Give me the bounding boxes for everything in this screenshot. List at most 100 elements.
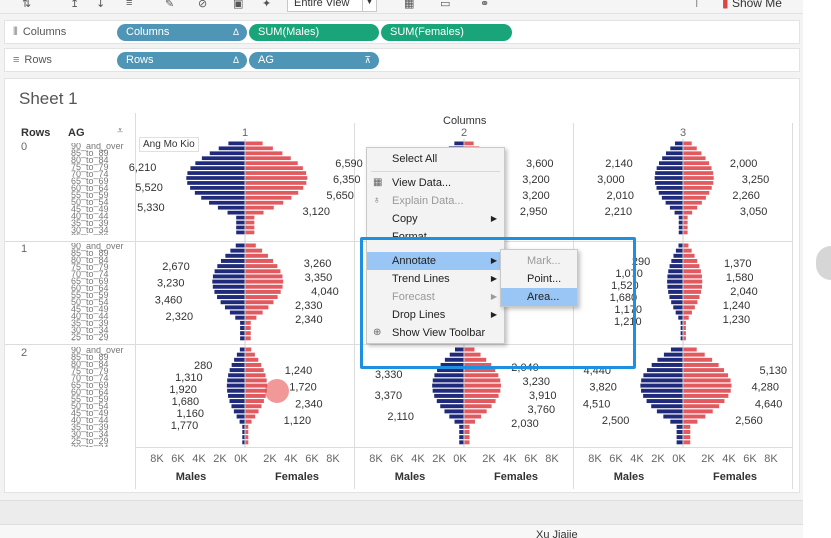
bar-males[interactable]: [212, 279, 245, 284]
bar-males[interactable]: [667, 284, 683, 289]
bar-males[interactable]: [678, 225, 683, 230]
bar-males[interactable]: [676, 424, 683, 429]
bar-males[interactable]: [658, 190, 683, 195]
bar-females[interactable]: [683, 305, 695, 310]
bar-females[interactable]: [245, 362, 262, 367]
bar-males[interactable]: [434, 373, 464, 378]
bar-males[interactable]: [214, 269, 245, 274]
swap-icon[interactable]: ⇅: [22, 0, 31, 10]
bar-males[interactable]: [670, 347, 683, 352]
bar-females[interactable]: [245, 161, 298, 166]
bar-males[interactable]: [239, 347, 245, 352]
bar-females[interactable]: [683, 424, 691, 429]
bar-females[interactable]: [245, 225, 255, 230]
bar-females[interactable]: [245, 151, 283, 156]
bar-males[interactable]: [643, 393, 683, 398]
bar-females[interactable]: [683, 205, 698, 210]
bar-females[interactable]: [245, 357, 259, 362]
bar-females[interactable]: [245, 393, 266, 398]
bar-males[interactable]: [236, 225, 245, 230]
bar-males[interactable]: [665, 200, 683, 205]
bar-females[interactable]: [245, 243, 256, 248]
bar-males[interactable]: [676, 440, 683, 445]
bar-males[interactable]: [678, 315, 683, 320]
bar-females[interactable]: [245, 195, 292, 200]
bar-males[interactable]: [214, 289, 245, 294]
bar-females[interactable]: [683, 419, 698, 424]
bar-females[interactable]: [245, 253, 268, 258]
present-icon[interactable]: ▭: [440, 0, 450, 10]
bar-females[interactable]: [245, 269, 281, 274]
bar-males[interactable]: [675, 310, 683, 315]
bar-males[interactable]: [227, 388, 245, 393]
bar-females[interactable]: [245, 279, 284, 284]
bar-males[interactable]: [661, 195, 683, 200]
bar-females[interactable]: [245, 200, 284, 205]
highlight-icon[interactable]: ✎: [165, 0, 174, 10]
bar-males[interactable]: [673, 253, 683, 258]
bar-females[interactable]: [245, 315, 257, 320]
bar-females[interactable]: [683, 220, 688, 225]
bar-females[interactable]: [683, 347, 697, 352]
bar-males[interactable]: [209, 200, 245, 205]
bar-males[interactable]: [454, 141, 464, 146]
bar-females[interactable]: [683, 156, 706, 161]
bar-females[interactable]: [683, 399, 725, 404]
bar-females[interactable]: [683, 248, 692, 253]
bar-females[interactable]: [683, 393, 729, 398]
bar-females[interactable]: [683, 430, 691, 434]
bar-males[interactable]: [646, 368, 683, 373]
bar-males[interactable]: [201, 195, 245, 200]
bar-males[interactable]: [230, 248, 245, 253]
bar-males[interactable]: [225, 253, 245, 258]
bar-males[interactable]: [459, 440, 464, 445]
bar-males[interactable]: [228, 393, 245, 398]
bar-males[interactable]: [436, 399, 464, 404]
bar-females[interactable]: [464, 378, 501, 383]
bar-females[interactable]: [245, 419, 252, 424]
pin-icon[interactable]: ✦: [262, 0, 271, 10]
bar-males[interactable]: [459, 430, 464, 434]
bar-females[interactable]: [683, 151, 702, 156]
bar-females[interactable]: [464, 373, 499, 378]
bar-males[interactable]: [643, 373, 683, 378]
bar-females[interactable]: [683, 269, 701, 274]
bar-females[interactable]: [683, 141, 692, 146]
bar-females[interactable]: [245, 220, 255, 225]
bar-males[interactable]: [236, 215, 245, 220]
bar-males[interactable]: [217, 295, 245, 300]
bar-females[interactable]: [245, 404, 262, 409]
bar-females[interactable]: [245, 274, 283, 279]
bar-females[interactable]: [245, 399, 264, 404]
bar-males[interactable]: [239, 419, 245, 424]
bar-females[interactable]: [245, 176, 308, 180]
bar-females[interactable]: [683, 362, 719, 367]
bar-females[interactable]: [245, 248, 263, 253]
bar-females[interactable]: [683, 200, 702, 205]
bar-males[interactable]: [641, 388, 683, 393]
bar-males[interactable]: [676, 435, 683, 440]
bar-females[interactable]: [683, 176, 714, 180]
bar-males[interactable]: [669, 264, 683, 269]
bar-males[interactable]: [444, 409, 464, 414]
bar-males[interactable]: [235, 315, 245, 320]
bar-females[interactable]: [683, 409, 713, 414]
bar-males[interactable]: [665, 151, 683, 156]
bar-females[interactable]: [683, 368, 725, 373]
bar-females[interactable]: [683, 440, 691, 445]
bar-females[interactable]: [683, 373, 729, 378]
bar-females[interactable]: [683, 190, 710, 195]
bar-males[interactable]: [440, 404, 464, 409]
bar-males[interactable]: [231, 404, 245, 409]
bar-males[interactable]: [454, 419, 464, 424]
bar-females[interactable]: [683, 161, 709, 166]
bar-females[interactable]: [245, 210, 264, 215]
view-mode-select[interactable]: Entire View ▼: [287, 0, 377, 12]
bar-females[interactable]: [245, 383, 268, 388]
bar-females[interactable]: [683, 210, 693, 215]
bar-females[interactable]: [464, 404, 492, 409]
bar-males[interactable]: [236, 352, 245, 357]
bar-males[interactable]: [229, 368, 245, 373]
bar-males[interactable]: [651, 404, 683, 409]
bar-males[interactable]: [220, 258, 245, 263]
